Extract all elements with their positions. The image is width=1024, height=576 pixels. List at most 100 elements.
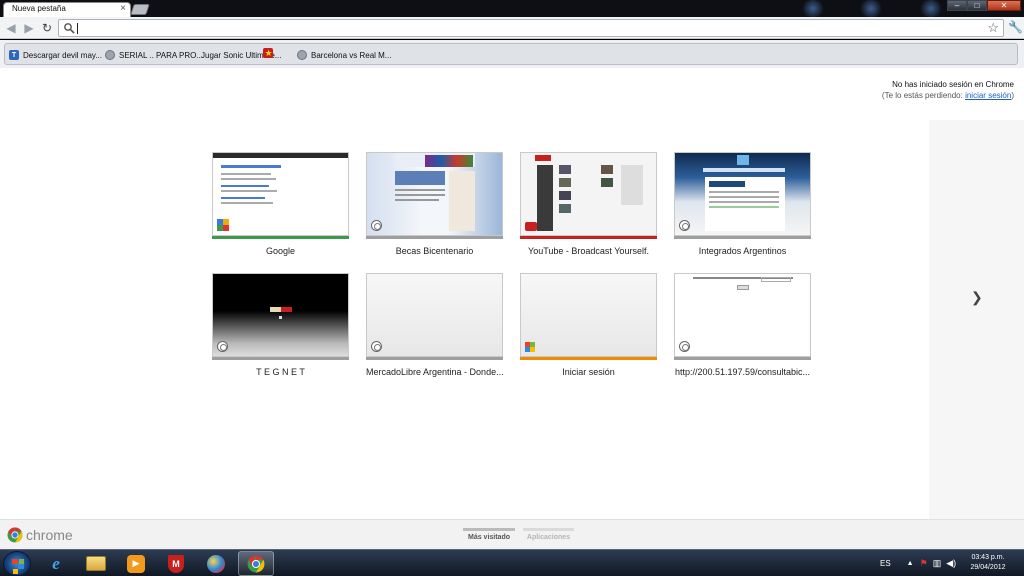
ntp-footer: chrome Más visitado Aplicaciones	[0, 519, 1024, 549]
tile-accent	[212, 236, 349, 239]
mcafee-button[interactable]: M	[158, 551, 194, 576]
search-icon	[64, 23, 75, 34]
bookmark-item[interactable]: Barcelona vs Real M...	[297, 48, 391, 62]
thumb-button	[737, 285, 749, 290]
wrench-icon[interactable]: 🔧	[1008, 20, 1023, 34]
tile-accent	[366, 357, 503, 360]
back-icon[interactable]: ◀	[3, 20, 19, 36]
thumb-photo	[395, 171, 445, 185]
thumb-dot	[279, 316, 282, 319]
window-titlebar: Nueva pestaña × – □ ✕	[0, 0, 1024, 17]
most-visited-tile[interactable]: MercadoLibre Argentina - Donde...	[366, 273, 503, 377]
thumb-panel	[621, 165, 643, 205]
most-visited-tile[interactable]: Becas Bicentenario	[366, 152, 503, 256]
paint-button[interactable]	[198, 551, 234, 576]
windows-favicon-icon	[525, 342, 535, 352]
bookmark-label: Barcelona vs Real M...	[311, 50, 392, 60]
tab-indicator	[463, 528, 515, 531]
globe-icon	[679, 341, 690, 352]
most-visited-tile[interactable]: Iniciar sesión	[520, 273, 657, 377]
globe-icon	[371, 341, 382, 352]
star-icon[interactable]: ☆	[987, 20, 999, 36]
internet-explorer-icon: e	[52, 553, 60, 573]
thumb-line	[395, 199, 439, 201]
globe-icon	[371, 220, 382, 231]
chrome-icon	[247, 555, 265, 572]
media-player-icon: ▶	[127, 554, 145, 573]
tile-accent	[674, 357, 811, 360]
clock-time: 03:43 p.m.	[971, 554, 1005, 561]
signin-sub: (Te lo estás perdiendo: iniciar sesión)	[882, 90, 1014, 101]
bookmark-item[interactable]: SERIAL .. PARA PRO...	[105, 48, 203, 62]
chevron-right-icon[interactable]: ❯	[971, 289, 983, 306]
show-hidden-icons-icon[interactable]: ▲	[907, 560, 914, 567]
most-visited-tile[interactable]: http://200.51.197.59/consultabic...	[674, 273, 811, 377]
action-center-flag-icon[interactable]: ⚑	[920, 558, 928, 569]
thumb-line	[709, 201, 779, 203]
thumb-line	[221, 197, 265, 199]
thumbnail	[674, 273, 811, 357]
media-player-button[interactable]: ▶	[118, 551, 154, 576]
thumb-video	[601, 165, 613, 174]
most-visited-tile[interactable]: YouTube - Broadcast Yourself.	[520, 152, 657, 256]
reload-icon[interactable]: ↻	[39, 20, 55, 36]
tile-title: Integrados Argentinos	[698, 246, 787, 256]
thumb-panel	[449, 171, 475, 231]
bookmark-label: SERIAL .. PARA PRO...	[119, 50, 204, 60]
thumb-line	[221, 165, 281, 168]
tab-applications[interactable]: Aplicaciones	[523, 528, 574, 541]
tile-title: T E G N E T	[256, 367, 305, 377]
close-window-button[interactable]: ✕	[987, 0, 1021, 11]
file-explorer-button[interactable]	[78, 551, 114, 576]
tab-most-visited[interactable]: Más visitado	[463, 528, 515, 541]
maximize-button[interactable]: □	[967, 0, 987, 11]
forward-icon[interactable]: ▶	[21, 20, 37, 36]
youtube-favicon-icon	[525, 222, 537, 231]
thumb-line	[221, 185, 269, 187]
network-icon[interactable]: ▥	[933, 558, 942, 569]
bookmark-item[interactable]: T Descargar devil may...	[9, 48, 102, 62]
tile-title: Becas Bicentenario	[395, 246, 474, 256]
windows-taskbar: e ▶ M ES ▲ ⚑ ▥ ◀) 03:43 p.m. 29/04/2012	[0, 549, 1024, 576]
language-indicator[interactable]: ES	[880, 559, 891, 568]
thumb-logo	[270, 307, 292, 312]
thumb-video	[559, 178, 571, 187]
thumb-input	[761, 277, 791, 282]
address-input[interactable]	[77, 21, 977, 35]
chrome-taskbar-button[interactable]	[238, 551, 274, 576]
thumbnail	[520, 152, 657, 236]
most-visited-tile[interactable]: Integrados Argentinos	[674, 152, 811, 256]
close-tab-icon[interactable]: ×	[120, 3, 126, 15]
thumb-line	[221, 173, 271, 175]
address-bar[interactable]: ☆	[58, 19, 1004, 37]
thumbnail	[212, 152, 349, 236]
thumbnail	[674, 152, 811, 236]
minimize-button[interactable]: –	[947, 0, 967, 11]
thumbnail	[366, 273, 503, 357]
bookmarks-bar: T Descargar devil may... SERIAL .. PARA …	[0, 40, 1024, 68]
most-visited-tile[interactable]: T E G N E T	[212, 273, 349, 377]
globe-icon	[217, 341, 228, 352]
tile-accent	[520, 357, 657, 360]
clock[interactable]: 03:43 p.m. 29/04/2012	[966, 553, 1010, 573]
file-explorer-icon	[86, 556, 106, 571]
volume-icon[interactable]: ◀)	[946, 558, 956, 569]
start-button[interactable]	[3, 551, 31, 576]
tab-label: Aplicaciones	[526, 534, 571, 541]
thumb-video	[559, 165, 571, 174]
thumb-banner	[425, 155, 473, 167]
bookmark-label: Descargar devil may...	[23, 50, 102, 60]
next-page-pane[interactable]	[929, 120, 1024, 520]
new-tab-page: No has iniciado sesión en Chrome (Te lo …	[0, 68, 1024, 549]
internet-explorer-button[interactable]: e	[38, 551, 74, 576]
tile-accent	[674, 236, 811, 239]
signin-link[interactable]: iniciar sesión	[965, 91, 1011, 100]
bookmark-item[interactable]: ★ Jugar Sonic Ultimate...	[201, 48, 281, 62]
thumb-logo	[535, 155, 551, 161]
most-visited-tile[interactable]: Google	[212, 152, 349, 256]
new-tab-button[interactable]	[130, 4, 150, 15]
thumb-logo	[737, 155, 749, 165]
tab-nueva-pestana[interactable]: Nueva pestaña ×	[3, 2, 131, 17]
thumb-line	[395, 194, 445, 196]
signin-suffix: )	[1011, 91, 1014, 100]
